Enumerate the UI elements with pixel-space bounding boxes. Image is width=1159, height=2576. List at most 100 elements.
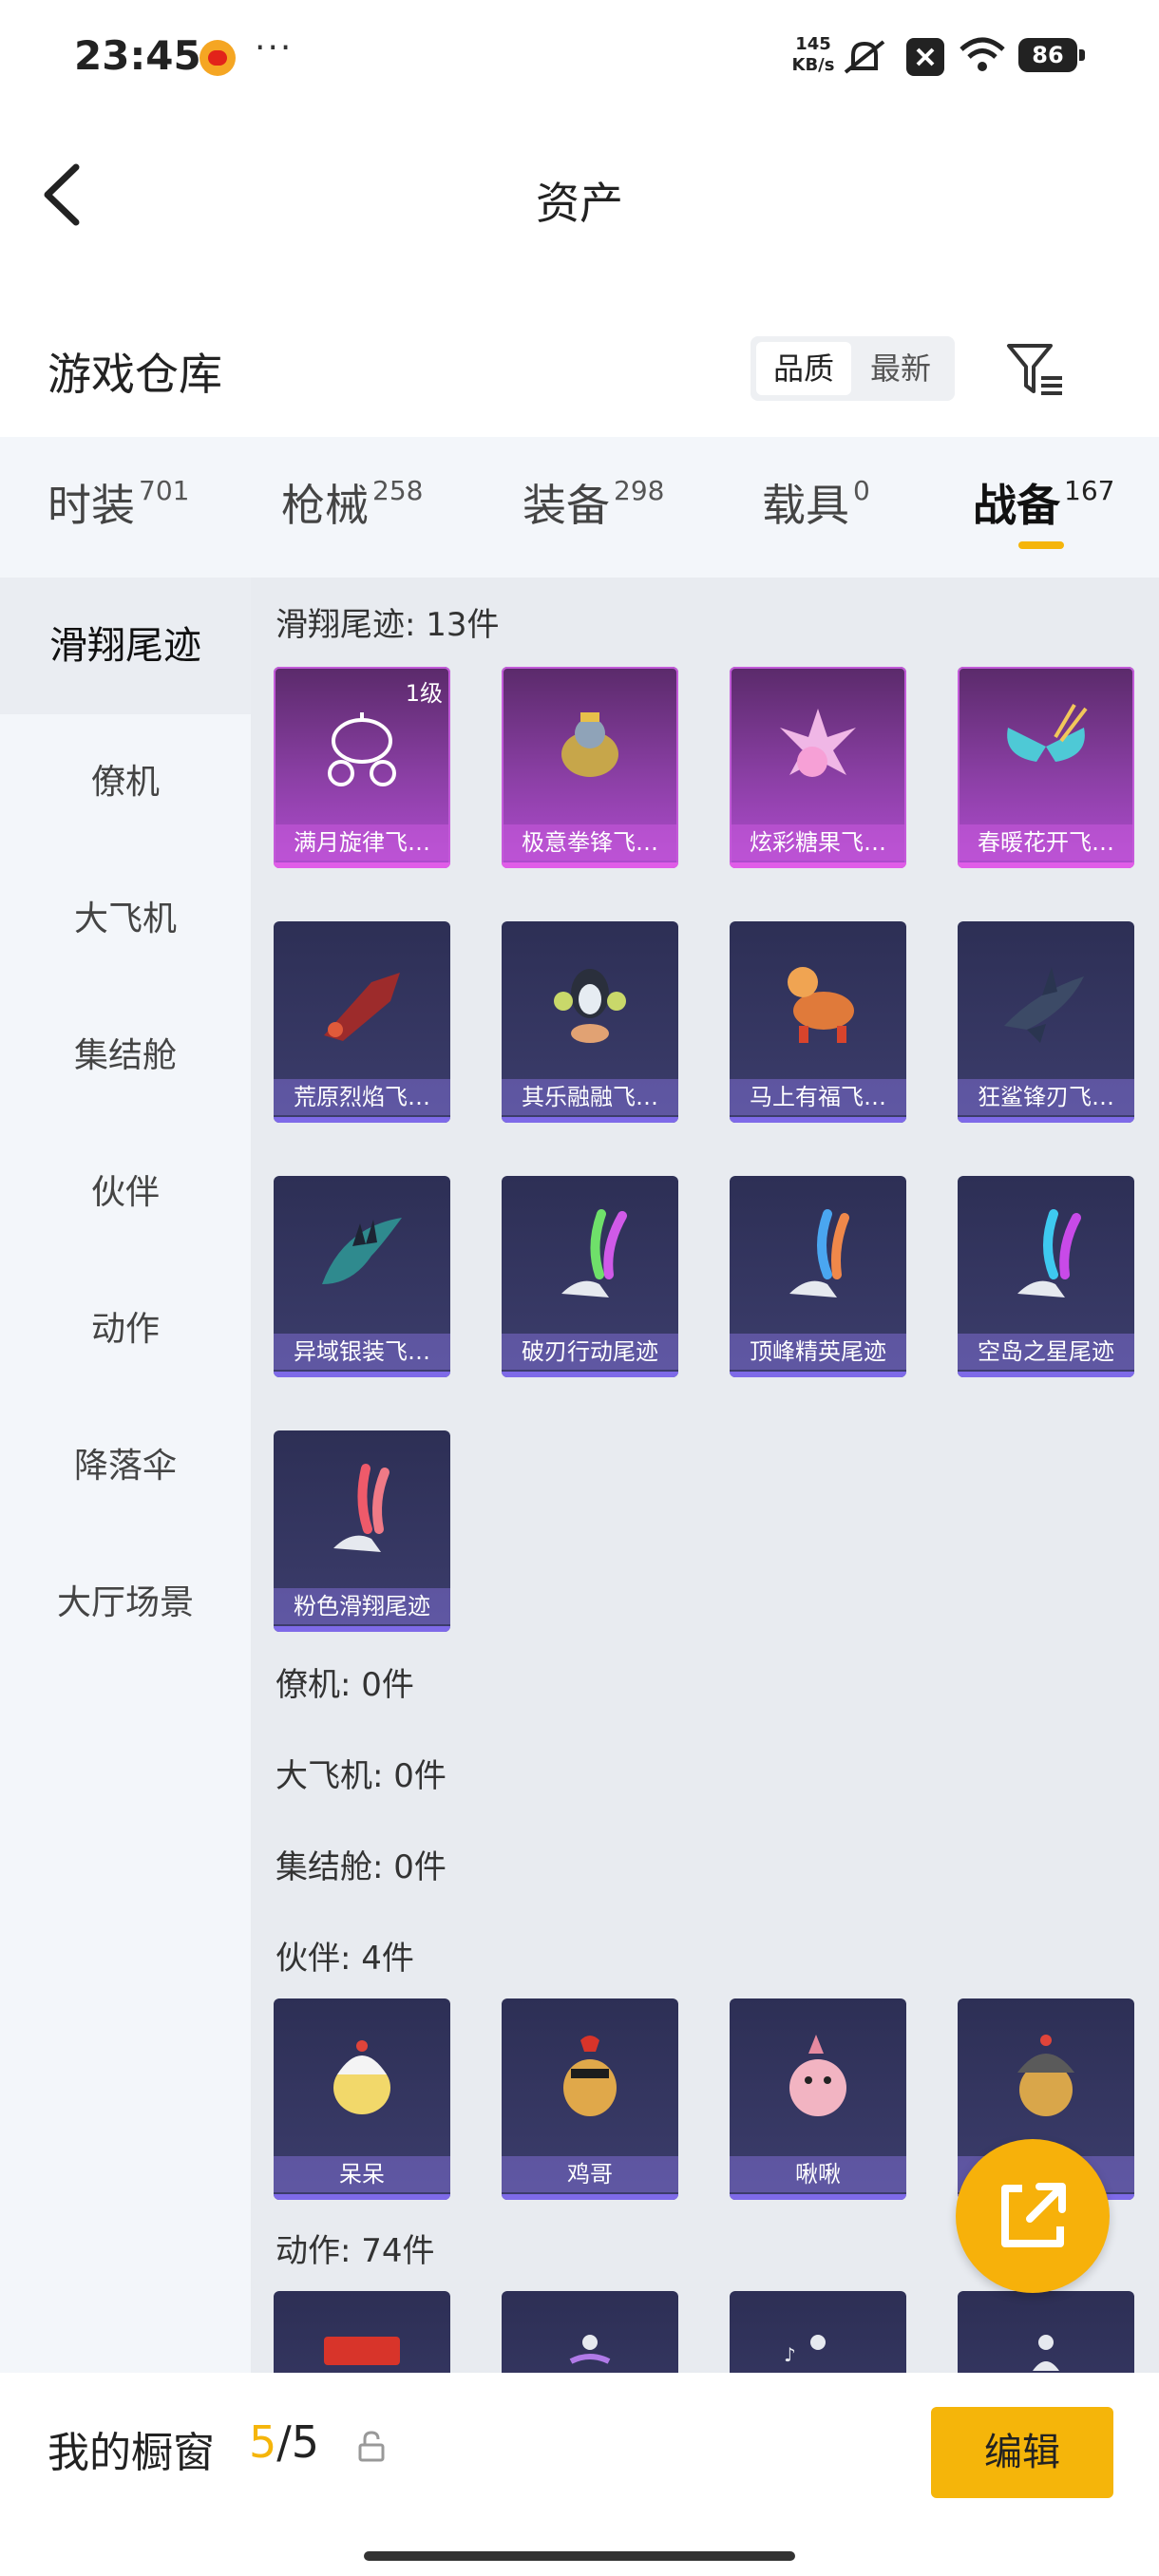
item-name: 春暖花开飞… — [958, 824, 1134, 861]
item-name: 异域银装飞… — [274, 1334, 450, 1370]
item-card[interactable]: 荒原烈焰飞… — [274, 921, 450, 1123]
sidebar-item-assembly-pod[interactable]: 集结舱 — [0, 988, 251, 1125]
card-bottom-bar — [274, 1626, 450, 1632]
penguin-plane-icon — [554, 969, 626, 1043]
elephant-plane-icon — [561, 712, 618, 777]
item-card[interactable]: 异域银装飞… — [274, 1176, 450, 1377]
tab-vehicles[interactable]: 载具 0 — [762, 471, 870, 534]
card-bottom-bar — [730, 1117, 906, 1123]
showcase-separator: / — [276, 2416, 292, 2468]
chick-icon — [333, 2040, 390, 2114]
sort-by-newest[interactable]: 最新 — [853, 342, 948, 395]
item-card[interactable]: 炫彩糖果飞… — [730, 667, 906, 868]
active-tab-indicator — [1018, 541, 1064, 549]
group-label-emote: 动作: 74件 — [276, 2232, 435, 2270]
item-name: 荒原烈焰飞… — [274, 1079, 450, 1115]
clock: 23:45 — [74, 32, 201, 79]
item-card[interactable] — [502, 2291, 678, 2373]
sort-by-quality[interactable]: 品质 — [756, 342, 851, 395]
card-bottom-bar — [274, 2194, 450, 2200]
item-name: 空岛之星尾迹 — [958, 1334, 1134, 1370]
card-bottom-bar — [958, 1117, 1134, 1123]
card-bottom-bar — [730, 2194, 906, 2200]
tab-label: 装备 — [522, 480, 610, 531]
status-bar: 23:45 ··· 145 KB/s 86 — [0, 0, 1159, 114]
card-bottom-bar — [502, 1372, 678, 1377]
pink-bird-icon — [789, 2035, 846, 2116]
title-bar: 资产 — [0, 142, 1159, 247]
item-card[interactable]: 春暖花开飞… — [958, 667, 1134, 868]
showcase-bar: 我的橱窗 5/5 编辑 — [0, 2373, 1159, 2576]
item-name: 其乐融融飞… — [502, 1079, 678, 1115]
sidebar-item-partner[interactable]: 伙伴 — [0, 1125, 251, 1261]
close-box-icon — [906, 38, 944, 76]
share-button[interactable] — [956, 2139, 1110, 2293]
sidebar-item-big-plane[interactable]: 大飞机 — [0, 851, 251, 988]
tab-label: 载具 — [762, 480, 849, 531]
level-badge: 1级 — [405, 680, 443, 707]
network-speed-value: 145 — [795, 34, 831, 54]
item-name: 炫彩糖果飞… — [730, 824, 906, 861]
item-card[interactable]: 粉色滑翔尾迹 — [274, 1430, 450, 1632]
tab-combat-gear[interactable]: 战备 167 — [973, 471, 1114, 534]
item-card[interactable]: 啾啾 — [730, 1998, 906, 2200]
item-name: 狂鲨锋刃飞… — [958, 1079, 1134, 1115]
mute-icon — [844, 40, 885, 74]
pose-figure-icon — [1033, 2335, 1059, 2371]
item-card[interactable]: 鸡哥 — [502, 1998, 678, 2200]
tab-count: 167 — [1064, 475, 1115, 506]
sidebar-item-lobby-scene[interactable]: 大厅场景 — [0, 1535, 251, 1672]
card-bottom-bar — [502, 2194, 678, 2200]
candy-plane-icon — [780, 709, 856, 777]
item-card[interactable]: 顶峰精英尾迹 — [730, 1176, 906, 1377]
tab-equipment[interactable]: 装备 298 — [522, 471, 664, 534]
item-card[interactable] — [958, 2291, 1134, 2373]
item-name: 呆呆 — [274, 2156, 450, 2192]
sidebar-item-parachute[interactable]: 降落伞 — [0, 1398, 251, 1535]
sidebar-item-wingman[interactable]: 僚机 — [0, 714, 251, 851]
sidebar-item-glide-trail[interactable]: 滑翔尾迹 — [0, 578, 251, 714]
item-card[interactable]: 其乐融融飞… — [502, 921, 678, 1123]
showcase-current: 5 — [249, 2416, 277, 2468]
item-card[interactable] — [274, 2291, 450, 2373]
flame-trail-icon — [789, 1209, 849, 1297]
item-card[interactable]: 呆呆 — [274, 1998, 450, 2200]
music-pose-icon: ♪ — [784, 2335, 826, 2366]
group-label-wingman: 僚机: 0件 — [276, 1666, 414, 1704]
sidebar-item-emote[interactable]: 动作 — [0, 1261, 251, 1398]
item-card[interactable]: ♪ — [730, 2291, 906, 2373]
tab-label: 枪械 — [281, 480, 369, 531]
tab-fashion[interactable]: 时装 701 — [48, 471, 189, 534]
tab-guns[interactable]: 枪械 258 — [281, 471, 423, 534]
filter-icon[interactable] — [1005, 338, 1066, 399]
item-name: 马上有福飞… — [730, 1079, 906, 1115]
group-label-assembly-pod: 集结舱: 0件 — [276, 1848, 446, 1886]
item-card[interactable]: 1级 满月旋律飞… — [274, 667, 450, 868]
item-name: 鸡哥 — [502, 2156, 678, 2192]
butterfly-plane-icon — [1007, 703, 1088, 762]
card-bottom-bar — [958, 1372, 1134, 1377]
item-name: 顶峰精英尾迹 — [730, 1334, 906, 1370]
tab-count: 0 — [853, 475, 870, 506]
section-title: 游戏仓库 — [48, 349, 222, 400]
battery-level: 86 — [1018, 38, 1085, 72]
dance-pose-icon — [569, 2335, 611, 2364]
tab-label: 战备 — [973, 480, 1060, 531]
item-grid-area[interactable]: 滑翔尾迹: 13件 1级 满月旋律飞… 极意拳锋飞… 炫彩糖果飞… 春暖花开飞…… — [251, 578, 1159, 2373]
shark-plane-icon — [1004, 967, 1084, 1043]
item-card[interactable]: 马上有福飞… — [730, 921, 906, 1123]
home-indicator[interactable] — [364, 2551, 795, 2561]
item-card[interactable]: 狂鲨锋刃飞… — [958, 921, 1134, 1123]
network-speed: 145 KB/s — [785, 34, 842, 76]
showcase-count: 5/5 — [249, 2416, 319, 2468]
item-card[interactable]: 极意拳锋飞… — [502, 667, 678, 868]
card-bottom-bar — [274, 862, 450, 868]
tab-count: 701 — [139, 475, 190, 506]
helmet-chick-icon — [1017, 2035, 1074, 2116]
page-title: 资产 — [536, 178, 623, 229]
item-card[interactable]: 空岛之星尾迹 — [958, 1176, 1134, 1377]
group-label-big-plane: 大飞机: 0件 — [276, 1757, 446, 1795]
weibo-notification-icon — [200, 40, 236, 76]
edit-button[interactable]: 编辑 — [931, 2407, 1113, 2498]
item-card[interactable]: 破刃行动尾迹 — [502, 1176, 678, 1377]
